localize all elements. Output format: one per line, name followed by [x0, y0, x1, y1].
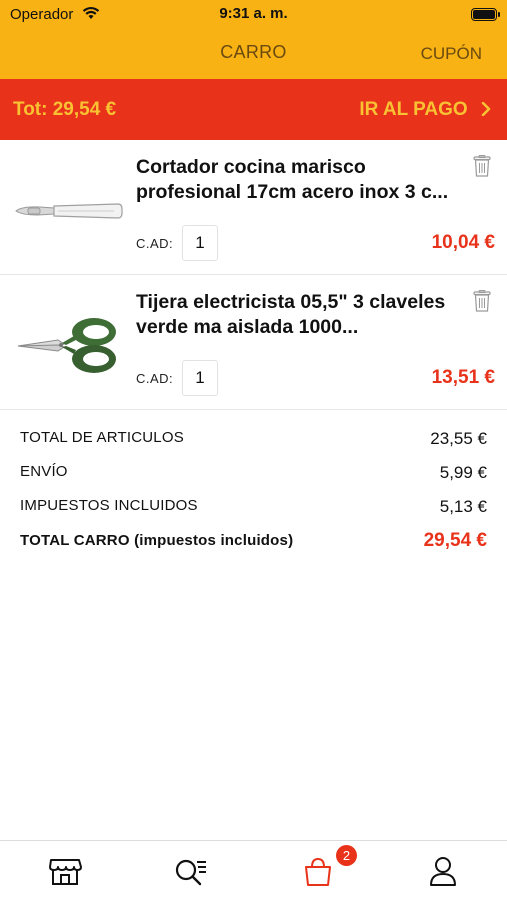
item-title[interactable]: Cortador cocina marisco profesional 17cm…	[136, 155, 466, 205]
item-price: 13,51 €	[431, 367, 495, 388]
summary-label: IMPUESTOS INCLUIDOS	[20, 497, 198, 514]
scissors-icon	[17, 318, 116, 373]
quantity-input[interactable]: 1	[182, 225, 218, 261]
summary-value: 5,13 €	[439, 497, 487, 516]
summary-row-taxes: IMPUESTOS INCLUIDOS 5,13 €	[20, 497, 487, 523]
summary-label: ENVÍO	[20, 463, 68, 480]
status-bar: Operador 9:31 a. m.	[0, 0, 507, 28]
header: Operador 9:31 a. m. CARRO CUPÓN	[0, 0, 507, 79]
cart-item[interactable]: Cortador cocina marisco profesional 17cm…	[0, 140, 507, 275]
go-to-payment-button[interactable]: IR AL PAGO	[359, 99, 491, 121]
knife-icon	[15, 203, 123, 219]
chevron-right-icon	[481, 102, 491, 116]
item-price: 10,04 €	[431, 232, 495, 253]
status-time: 9:31 a. m.	[219, 5, 288, 22]
item-title[interactable]: Tijera electricista 05,5" 3 claveles ver…	[136, 290, 466, 340]
search-icon[interactable]	[170, 851, 210, 891]
trash-icon[interactable]	[473, 155, 491, 177]
coupon-button[interactable]: CUPÓN	[421, 44, 482, 64]
summary-row-articles: TOTAL DE ARTICULOS 23,55 €	[20, 429, 487, 455]
store-icon[interactable]	[45, 851, 85, 891]
cart-badge: 2	[336, 845, 357, 866]
summary-total-value: 29,54 €	[423, 530, 487, 551]
checkout-bar: Tot: 29,54 € IR AL PAGO	[0, 79, 507, 140]
summary-value: 23,55 €	[430, 429, 487, 448]
summary-total-label: TOTAL CARRO (impuestos incluidos)	[20, 532, 294, 549]
quantity-input[interactable]: 1	[182, 360, 218, 396]
cart-icon[interactable]	[298, 851, 338, 891]
summary-row-shipping: ENVÍO 5,99 €	[20, 463, 487, 489]
quantity-label: C.AD:	[136, 371, 174, 386]
summary-row-total: TOTAL CARRO (impuestos incluidos) 29,54 …	[20, 530, 487, 556]
trash-icon[interactable]	[473, 290, 491, 312]
profile-icon[interactable]	[423, 851, 463, 891]
tab-bar: 2	[0, 840, 507, 900]
summary-value: 5,99 €	[439, 463, 487, 482]
quantity-label: C.AD:	[136, 236, 174, 251]
cart-total-label: Tot: 29,54 €	[13, 99, 117, 120]
battery-icon	[471, 8, 500, 21]
summary-label: TOTAL DE ARTICULOS	[20, 429, 184, 446]
go-to-payment-label: IR AL PAGO	[359, 99, 468, 120]
cart-item[interactable]: Tijera electricista 05,5" 3 claveles ver…	[0, 275, 507, 410]
